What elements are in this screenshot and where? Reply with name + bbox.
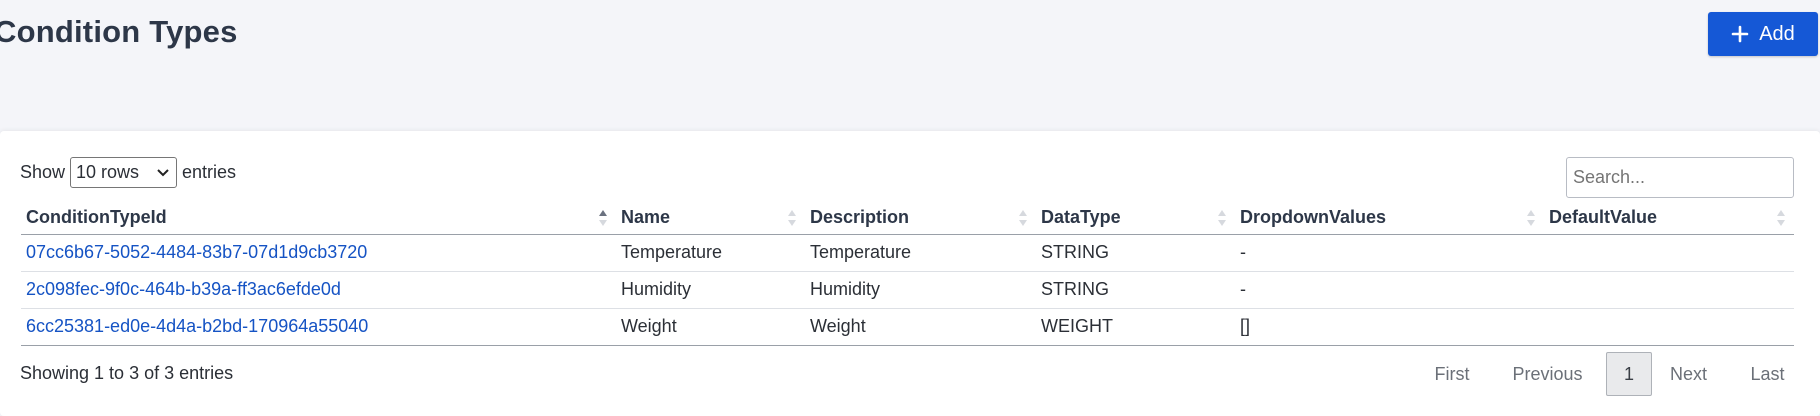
column-header-description[interactable]: Description xyxy=(805,201,1036,235)
cell-description: Temperature xyxy=(805,234,1036,272)
table-header-row: ConditionTypeId Name Description DataTyp… xyxy=(21,201,1794,235)
sort-ascending-icon xyxy=(599,210,607,226)
column-header-label: DropdownValues xyxy=(1240,206,1387,227)
sort-icon xyxy=(788,210,796,226)
pagination-page-1[interactable]: 1 xyxy=(1606,352,1652,396)
pagination-first[interactable]: First xyxy=(1415,352,1489,396)
column-header-datatype[interactable]: DataType xyxy=(1036,201,1235,235)
table-row: 2c098fec-9f0c-464b-b39a-ff3ac6efde0d Hum… xyxy=(21,271,1794,309)
pagination: First Previous 1 Next Last xyxy=(1415,352,1810,396)
add-button-label: Add xyxy=(1759,22,1795,45)
page-length-control: Show 10 rows entries xyxy=(20,157,236,188)
pagination-last[interactable]: Last xyxy=(1725,352,1810,396)
condition-type-id-link[interactable]: 07cc6b67-5052-4484-83b7-07d1d9cb3720 xyxy=(26,242,367,262)
condition-type-id-link[interactable]: 6cc25381-ed0e-4d4a-b2bd-170964a55040 xyxy=(26,316,368,336)
cell-default-value xyxy=(1544,234,1794,272)
cell-datatype: STRING xyxy=(1036,271,1235,309)
page-title: Condition Types xyxy=(0,14,238,49)
rows-per-page-select[interactable]: 10 rows xyxy=(70,157,178,188)
column-header-dropdownvalues[interactable]: DropdownValues xyxy=(1235,201,1544,235)
column-header-defaultvalue[interactable]: DefaultValue xyxy=(1544,201,1794,235)
cell-name: Weight xyxy=(616,308,805,346)
column-header-conditiontypeid[interactable]: ConditionTypeId xyxy=(21,201,616,235)
cell-description: Humidity xyxy=(805,271,1036,309)
cell-name: Humidity xyxy=(616,271,805,309)
cell-dropdown-values: - xyxy=(1235,271,1544,309)
column-header-label: Description xyxy=(810,206,910,227)
cell-condition-type-id: 2c098fec-9f0c-464b-b39a-ff3ac6efde0d xyxy=(21,271,616,309)
cell-default-value xyxy=(1544,271,1794,309)
cell-datatype: STRING xyxy=(1036,234,1235,272)
pagination-previous[interactable]: Previous xyxy=(1489,352,1606,396)
column-header-label: Name xyxy=(621,206,671,227)
plus-icon xyxy=(1731,25,1749,43)
table-row: 07cc6b67-5052-4484-83b7-07d1d9cb3720 Tem… xyxy=(21,234,1794,272)
sort-icon xyxy=(1527,210,1535,226)
cell-datatype: WEIGHT xyxy=(1036,308,1235,346)
column-header-name[interactable]: Name xyxy=(616,201,805,235)
pagination-next[interactable]: Next xyxy=(1652,352,1725,396)
add-button[interactable]: Add xyxy=(1708,12,1818,56)
sort-icon xyxy=(1019,210,1027,226)
sort-icon xyxy=(1218,210,1226,226)
cell-name: Temperature xyxy=(616,234,805,272)
sort-icon xyxy=(1777,210,1785,226)
cell-condition-type-id: 6cc25381-ed0e-4d4a-b2bd-170964a55040 xyxy=(21,308,616,346)
search-input[interactable] xyxy=(1566,157,1794,198)
cell-dropdown-values: [] xyxy=(1235,308,1544,346)
cell-default-value xyxy=(1544,308,1794,346)
cell-dropdown-values: - xyxy=(1235,234,1544,272)
chevron-down-icon xyxy=(157,168,169,176)
cell-condition-type-id: 07cc6b67-5052-4484-83b7-07d1d9cb3720 xyxy=(21,234,616,272)
condition-types-table: ConditionTypeId Name Description DataTyp… xyxy=(21,201,1794,346)
entries-label: entries xyxy=(182,162,237,182)
cell-description: Weight xyxy=(805,308,1036,346)
column-header-label: ConditionTypeId xyxy=(26,206,167,227)
show-label: Show xyxy=(20,162,66,182)
table-info: Showing 1 to 3 of 3 entries xyxy=(20,363,234,383)
rows-per-page-value: 10 rows xyxy=(76,162,140,182)
table-row: 6cc25381-ed0e-4d4a-b2bd-170964a55040 Wei… xyxy=(21,308,1794,346)
column-header-label: DataType xyxy=(1041,206,1121,227)
condition-type-id-link[interactable]: 2c098fec-9f0c-464b-b39a-ff3ac6efde0d xyxy=(26,279,341,299)
column-header-label: DefaultValue xyxy=(1549,206,1658,227)
